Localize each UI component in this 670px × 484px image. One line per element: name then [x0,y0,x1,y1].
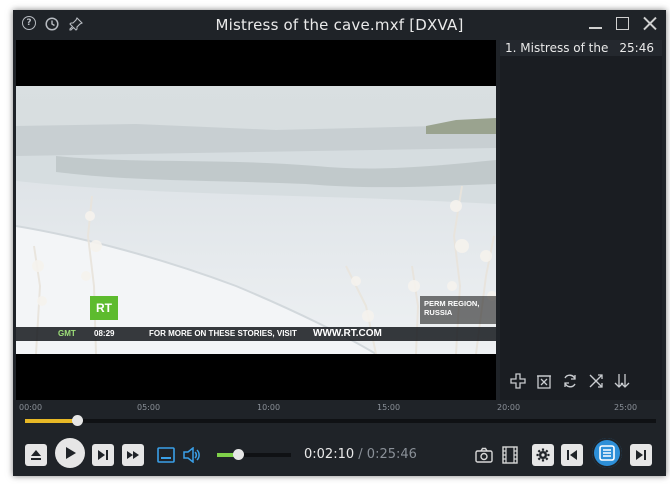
fast-forward-button[interactable] [122,444,144,466]
sort-icon[interactable] [613,372,631,390]
volume-handle[interactable] [232,449,244,460]
title-bar[interactable]: ? Mistress of the cave.mxf [DXVA] [13,10,666,40]
seek-handle[interactable] [72,415,84,426]
fast-forward-icon [127,451,139,459]
gear-icon [536,448,550,462]
ticker-url: WWW.RT.COM [313,328,382,339]
remove-icon[interactable] [535,372,553,390]
close-icon[interactable] [641,15,658,32]
minimize-icon[interactable] [587,15,604,32]
control-bar: 0:02:10 / 0:25:46 [13,436,666,476]
playlist-toggle-button[interactable] [592,438,622,468]
seek-bar[interactable] [25,415,656,426]
window-title: Mistress of the cave.mxf [DXVA] [215,16,464,34]
volume-slider[interactable] [217,449,291,460]
playlist-item[interactable]: 1. Mistress of the 25:46 [500,40,662,56]
play-icon [66,447,76,459]
eject-icon [31,450,41,460]
tick-label: 10:00 [257,403,281,412]
shuffle-icon[interactable] [587,372,605,390]
previous-button[interactable] [561,444,583,466]
eject-button[interactable] [25,444,47,466]
ticker-message: FOR MORE ON THESE STORIES, VISIT [149,329,297,338]
step-forward-icon [98,450,108,460]
timecode: 0:02:10 / 0:25:46 [304,447,417,462]
total-time: 0:25:46 [366,447,417,462]
subtitles-icon[interactable] [156,445,176,465]
player-window: ? Mistress of the cave.mxf [DXVA] RT PER… [13,10,666,476]
video-area[interactable]: RT PERM REGION, RUSSIA GMT 08:29 FOR MOR… [16,40,496,400]
settings-button[interactable] [532,444,554,466]
skip-previous-icon [567,450,577,460]
playlist-panel[interactable]: 1. Mistress of the 25:46 [500,40,662,400]
tick-label: 15:00 [377,403,401,412]
region-line-2: RUSSIA [424,308,453,317]
maximize-icon[interactable] [614,15,631,32]
film-icon[interactable] [500,445,520,465]
skip-next-icon [636,450,646,460]
seek-progress [25,419,79,423]
camera-icon[interactable] [474,445,494,465]
playlist-item-duration: 25:46 [619,41,654,55]
tick-label: 25:00 [614,403,638,412]
playlist-toolbar [509,372,631,390]
window-buttons [587,15,658,32]
current-time: 0:02:10 [304,447,355,462]
region-line-1: PERM REGION, [424,299,480,308]
play-button[interactable] [55,438,85,468]
volume-icon[interactable] [182,445,202,465]
tick-label: 05:00 [137,403,161,412]
tick-label: 00:00 [19,403,43,412]
video-frame[interactable]: RT PERM REGION, RUSSIA GMT 08:29 FOR MOR… [16,86,496,354]
playlist-item-title: 1. Mistress of the [505,41,609,55]
news-ticker: GMT 08:29 FOR MORE ON THESE STORIES, VIS… [16,327,496,341]
tick-label: 20:00 [497,403,521,412]
rt-logo: RT [90,296,118,320]
next-button[interactable] [630,444,652,466]
add-icon[interactable] [509,372,527,390]
ticker-gmt-label: GMT [58,329,76,338]
timeline: 00:00 05:00 10:00 15:00 20:00 25:00 [13,402,666,430]
refresh-icon[interactable] [561,372,579,390]
playlist-icon [599,445,615,461]
region-caption: PERM REGION, RUSSIA [420,296,496,324]
frame-step-button[interactable] [92,444,114,466]
time-separator: / [358,447,363,462]
ticker-time: 08:29 [94,329,115,338]
